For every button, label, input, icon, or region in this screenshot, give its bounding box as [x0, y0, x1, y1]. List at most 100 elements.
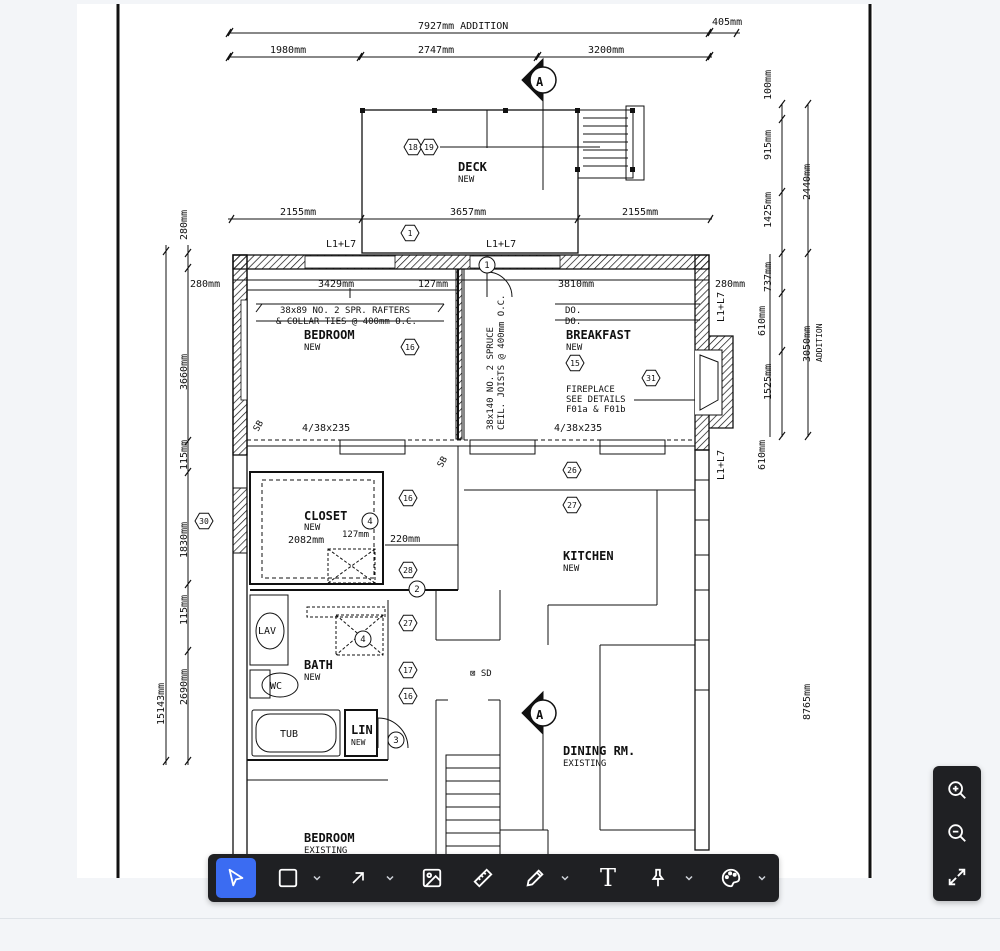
pin-tool-button[interactable] — [638, 858, 678, 898]
dim-1525: 1525mm — [763, 364, 774, 400]
dim-2440: 2440mm — [802, 164, 813, 200]
note-joists-2: CEIL. JOISTS @ 400mm O.C. — [497, 295, 507, 430]
text-icon: T — [599, 864, 616, 892]
note-do-2: DO. — [565, 317, 581, 327]
room-bath-sub: NEW — [304, 673, 321, 683]
floor-plan-drawing: 7927mm ADDITION 405mm 1980mm 2747mm 3200… — [116, 4, 872, 878]
note-rafters-1: 38x89 NO. 2 SPR. RAFTERS — [280, 306, 410, 316]
arrow-tool-button[interactable] — [338, 858, 378, 898]
note-sb-2: SB — [436, 455, 450, 469]
dim-2082: 2082mm — [288, 535, 324, 546]
color-options-caret[interactable] — [755, 858, 769, 898]
room-deck-sub: NEW — [458, 175, 475, 185]
ruler-icon — [473, 868, 493, 888]
rectangle-tool-button[interactable] — [268, 858, 308, 898]
pencil-tool-button[interactable] — [515, 858, 555, 898]
zoom-controls — [933, 766, 981, 901]
tag-t18: 18 — [408, 143, 418, 152]
dim-addition: 7927mm ADDITION — [418, 21, 508, 32]
dim-1425: 1425mm — [763, 192, 774, 228]
palette-icon — [721, 868, 741, 888]
zoom-in-button[interactable] — [937, 770, 977, 810]
zoom-out-button[interactable] — [937, 813, 977, 853]
tag-t30: 30 — [199, 517, 209, 526]
room-bedroom: BEDROOM — [304, 328, 355, 342]
status-strip — [0, 918, 1000, 951]
wall-label-a: L1+L7 — [326, 239, 356, 250]
dim-8765: 8765mm — [802, 684, 813, 720]
wall-label-b: L1+L7 — [486, 239, 516, 250]
dim-280-left: 280mm — [179, 210, 190, 240]
note-do-1: DO. — [565, 306, 581, 316]
room-deck: DECK — [458, 160, 488, 174]
pencil-icon — [526, 869, 544, 887]
measure-tool-button[interactable] — [463, 858, 503, 898]
room-dining: DINING RM. — [563, 744, 635, 758]
dim-2155a: 2155mm — [280, 207, 316, 218]
arrow-options-caret[interactable] — [383, 858, 397, 898]
pencil-options-caret[interactable] — [558, 858, 572, 898]
document-viewer[interactable]: 7927mm ADDITION 405mm 1980mm 2747mm 3200… — [0, 0, 1000, 918]
tag-t17: 17 — [403, 666, 413, 675]
text-tool-button[interactable]: T — [588, 858, 628, 898]
note-fireplace-2: SEE DETAILS — [566, 395, 626, 405]
dim-127b: 127mm — [342, 530, 369, 540]
dim-3050: 3050mm — [802, 326, 813, 362]
drawing-sheet[interactable]: 7927mm ADDITION 405mm 1980mm 2747mm 3200… — [77, 4, 873, 878]
dim-2155b: 2155mm — [622, 207, 658, 218]
tag-t26: 26 — [567, 466, 577, 475]
room-kitchen-sub: NEW — [563, 564, 580, 574]
chevron-down-icon — [313, 875, 321, 881]
chevron-down-icon — [758, 875, 766, 881]
dim-addition-right: ADDITION — [815, 323, 824, 362]
note-beam-1: 4/38x235 — [302, 423, 350, 434]
zoom-in-icon — [948, 781, 966, 799]
fit-screen-button[interactable] — [937, 857, 977, 897]
chevron-down-icon — [685, 875, 693, 881]
tag-t1: 1 — [408, 229, 413, 238]
cursor-icon — [228, 868, 244, 887]
room-breakfast: BREAKFAST — [566, 328, 631, 342]
note-beam-2: 4/38x235 — [554, 423, 602, 434]
rectangle-icon — [278, 868, 298, 888]
tag-t3: 3 — [393, 736, 398, 746]
zoom-out-icon — [948, 824, 966, 842]
smoke-detector: ⊠ SD — [470, 669, 492, 679]
image-tool-button[interactable] — [412, 858, 452, 898]
select-tool-button[interactable] — [216, 858, 256, 898]
color-tool-button[interactable] — [711, 858, 751, 898]
note-fireplace-3: F01a & F01b — [566, 405, 626, 415]
chevron-down-icon — [561, 875, 569, 881]
image-icon — [422, 868, 442, 888]
tag-t16c: 16 — [403, 692, 413, 701]
dim-3429: 3429mm — [318, 279, 354, 290]
tag-t28: 28 — [403, 566, 413, 575]
dim-280-inner-left: 280mm — [190, 279, 220, 290]
dim-115a: 115mm — [179, 440, 190, 470]
dim-1980: 1980mm — [270, 45, 306, 56]
dim-610a: 610mm — [757, 306, 768, 336]
dim-2747: 2747mm — [418, 45, 454, 56]
fixture-lav: LAV — [258, 626, 276, 637]
dim-115b: 115mm — [179, 595, 190, 625]
pin-options-caret[interactable] — [682, 858, 696, 898]
arrow-icon — [352, 872, 364, 884]
room-closet-sub: NEW — [304, 523, 321, 533]
room-lin: LIN — [351, 723, 373, 737]
dim-3810: 3810mm — [558, 279, 594, 290]
note-fireplace-1: FIREPLACE — [566, 385, 615, 395]
dim-737: 737mm — [763, 262, 774, 292]
tag-t2: 2 — [414, 585, 419, 595]
room-lin-sub: NEW — [351, 738, 366, 747]
chevron-down-icon — [386, 875, 394, 881]
dim-1830: 1830mm — [179, 522, 190, 558]
tag-t15: 15 — [570, 359, 580, 368]
dim-3660: 3660mm — [179, 354, 190, 390]
rectangle-options-caret[interactable] — [310, 858, 324, 898]
dim-915: 915mm — [763, 130, 774, 160]
dim-405: 405mm — [712, 17, 742, 28]
dim-220: 220mm — [390, 534, 420, 545]
pin-icon — [651, 868, 665, 887]
room-bedroom-existing: BEDROOM — [304, 831, 355, 845]
room-kitchen: KITCHEN — [563, 549, 614, 563]
